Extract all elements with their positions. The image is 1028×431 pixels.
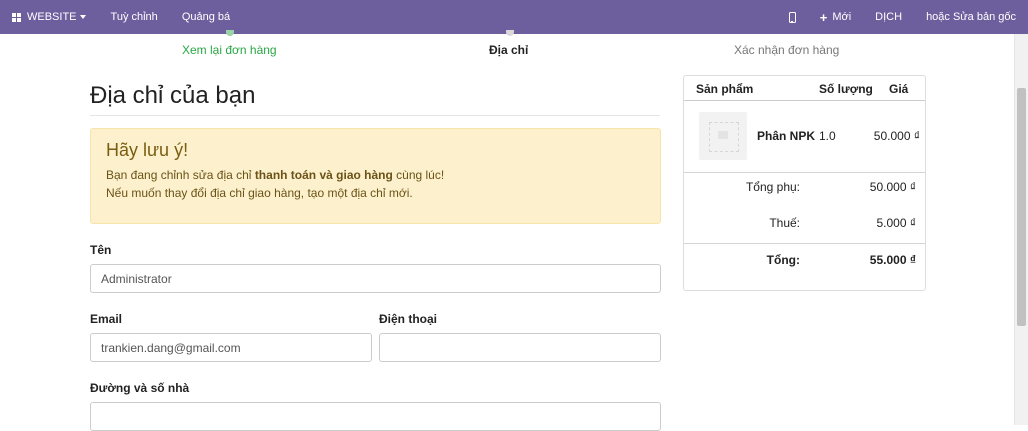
street-field[interactable] [90,402,661,431]
customize-menu[interactable]: Tuỳ chỉnh [99,0,170,34]
total-label: Tổng: [766,253,800,267]
alert-line-1-bold: thanh toán và giao hàng [254,168,393,182]
tax-value: 5.000 ₫ [876,216,916,230]
total-divider [684,243,925,244]
mobile-preview-button[interactable] [777,0,808,34]
scrollbar-thumb[interactable] [1017,88,1026,326]
phone-field[interactable] [379,333,661,362]
email-field[interactable]: trankien.dang@gmail.com [90,333,372,362]
alert-heading: Hãy lưu ý! [106,140,189,160]
summary-divider [684,172,925,173]
step-address: Địa chỉ [489,43,529,57]
street-label: Đường và số nhà [90,381,190,395]
col-price-header: Giá [889,82,909,96]
website-menu[interactable]: WEBSITE [0,0,99,34]
email-label: Email [90,312,123,326]
product-price: 50.000 ₫ [873,129,920,143]
tax-label: Thuế: [769,216,800,230]
new-button-label: Mới [832,11,852,23]
step-marker-current [506,30,514,36]
col-qty-header: Số lượng [819,82,873,96]
caret-down-icon [79,15,86,19]
translate-button[interactable]: DỊCH [863,0,914,34]
product-image-placeholder [699,112,747,160]
apps-icon [12,12,22,22]
alert-line-1: Bạn đang chỉnh sửa địa chỉ thanh toán và… [106,168,444,182]
order-summary: Sản phẩm Số lượng Giá Phân NPK 1.0 50.00… [683,75,926,291]
total-value: 55.000 ₫ [869,253,916,267]
title-divider [90,115,660,116]
phone-label: Điện thoại [379,312,438,326]
page-title: Địa chỉ của bạn [90,82,256,109]
mobile-icon [788,11,796,23]
product-name[interactable]: Phân NPK [757,129,815,143]
step-marker-done [226,30,234,36]
alert-line-1-prefix: Bạn đang chỉnh sửa địa chỉ [106,168,255,182]
product-qty: 1.0 [819,129,836,143]
subtotal-label: Tổng phụ: [745,180,800,194]
alert-line-2: Nếu muốn thay đổi địa chỉ giao hàng, tạo… [106,186,413,200]
website-editor-bar: WEBSITE Tuỳ chỉnh Quảng bá + Mới DỊCH ho… [0,0,1028,34]
checkout-progress: Xem lại đơn hàng Địa chỉ Xác nhận đơn hà… [90,30,930,64]
edit-master-link[interactable]: hoặc Sửa bản gốc [914,0,1028,34]
step-review-order[interactable]: Xem lại đơn hàng [182,43,277,57]
warning-alert: Hãy lưu ý! Bạn đang chỉnh sửa địa chỉ th… [90,128,661,224]
subtotal-value: 50.000 ₫ [869,180,916,194]
alert-line-1-suffix: cùng lúc! [392,168,445,182]
new-button[interactable]: + Mới [808,0,863,34]
name-field[interactable]: Administrator [90,264,661,293]
plus-icon: + [819,9,828,25]
step-confirm-order: Xác nhận đơn hàng [734,43,840,57]
summary-header: Sản phẩm Số lượng Giá [684,76,925,101]
name-label: Tên [90,243,112,257]
col-product-header: Sản phẩm [696,82,754,96]
promote-menu[interactable]: Quảng bá [170,0,242,34]
website-menu-label: WEBSITE [27,11,77,23]
